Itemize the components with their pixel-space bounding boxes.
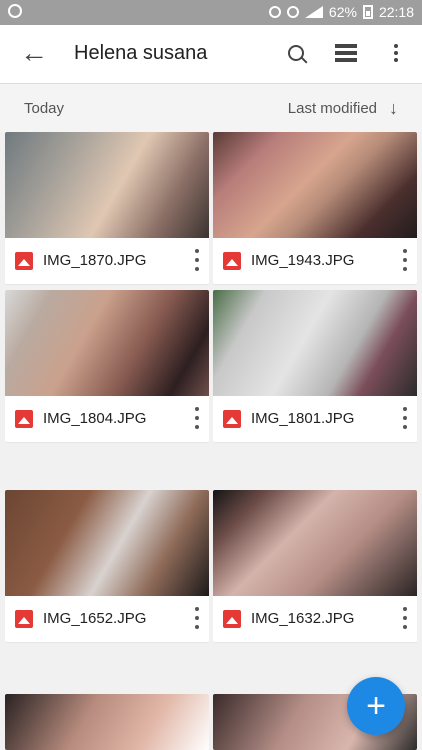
more-vert-icon — [394, 44, 398, 62]
file-more-button[interactable] — [403, 249, 407, 271]
image-file-icon — [223, 410, 241, 428]
file-name: IMG_1804.JPG — [43, 410, 147, 427]
photo-thumbnail[interactable] — [213, 290, 417, 396]
file-card[interactable] — [5, 694, 209, 750]
image-file-icon — [15, 252, 33, 270]
file-more-button[interactable] — [403, 407, 407, 429]
sort-bar: Today Last modified ↓ — [0, 84, 422, 132]
status-bar: 62% 22:18 — [0, 0, 422, 25]
plus-icon: + — [366, 687, 386, 725]
app-bar: ← Helena susana — [0, 25, 422, 83]
file-more-button[interactable] — [195, 249, 199, 271]
file-more-button[interactable] — [195, 607, 199, 629]
photo-thumbnail[interactable] — [5, 694, 209, 750]
page-title: Helena susana — [74, 42, 208, 64]
file-card[interactable]: IMG_1801.JPG — [213, 290, 417, 442]
alarm-icon — [268, 6, 281, 18]
file-grid: IMG_1870.JPG IMG_1943.JPG IMG_1804.JPG I… — [0, 132, 422, 750]
arrow-left-icon: ← — [20, 37, 48, 68]
image-file-icon — [223, 610, 241, 628]
app-bar-actions — [282, 39, 410, 67]
file-name: IMG_1870.JPG — [43, 252, 147, 269]
file-card[interactable]: IMG_1652.JPG — [5, 490, 209, 642]
sort-label: Last modified — [287, 99, 377, 117]
photo-thumbnail[interactable] — [213, 132, 417, 238]
search-button[interactable] — [282, 39, 310, 67]
signal-icon — [304, 6, 323, 18]
file-card[interactable]: IMG_1632.JPG — [213, 490, 417, 642]
file-meta: IMG_1632.JPG — [213, 596, 417, 642]
more-options-button[interactable] — [382, 39, 410, 67]
file-card[interactable]: IMG_1804.JPG — [5, 290, 209, 442]
file-card[interactable]: IMG_1870.JPG — [5, 132, 209, 284]
file-meta: IMG_1652.JPG — [5, 596, 209, 642]
status-right: 62% 22:18 — [268, 4, 414, 20]
sort-control[interactable]: Last modified ↓ — [288, 99, 398, 117]
whatsapp-icon — [8, 4, 22, 18]
file-meta: IMG_1804.JPG — [5, 396, 209, 442]
file-name: IMG_1801.JPG — [251, 410, 355, 427]
battery-percent: 62% — [328, 4, 357, 20]
file-meta: IMG_1943.JPG — [213, 238, 417, 284]
add-fab[interactable]: + — [347, 677, 405, 735]
photo-thumbnail[interactable] — [5, 132, 209, 238]
image-file-icon — [223, 252, 241, 270]
file-card[interactable]: IMG_1943.JPG — [213, 132, 417, 284]
view-toggle-button[interactable] — [332, 39, 360, 67]
photo-thumbnail[interactable] — [5, 490, 209, 596]
status-time: 22:18 — [378, 4, 414, 20]
back-button[interactable]: ← — [20, 37, 48, 68]
list-view-icon — [335, 44, 357, 62]
photo-thumbnail[interactable] — [213, 490, 417, 596]
battery-icon — [362, 5, 373, 19]
section-label: Today — [24, 100, 65, 117]
file-meta: IMG_1870.JPG — [5, 238, 209, 284]
arrow-down-icon: ↓ — [389, 98, 398, 118]
file-meta: IMG_1801.JPG — [213, 396, 417, 442]
file-more-button[interactable] — [403, 607, 407, 629]
image-file-icon — [15, 610, 33, 628]
photo-thumbnail[interactable] — [5, 290, 209, 396]
image-file-icon — [15, 410, 33, 428]
file-more-button[interactable] — [195, 407, 199, 429]
file-name: IMG_1632.JPG — [251, 610, 355, 627]
search-icon — [288, 45, 304, 61]
file-name: IMG_1652.JPG — [43, 610, 147, 627]
file-name: IMG_1943.JPG — [251, 252, 355, 269]
wifi-icon — [286, 6, 299, 18]
